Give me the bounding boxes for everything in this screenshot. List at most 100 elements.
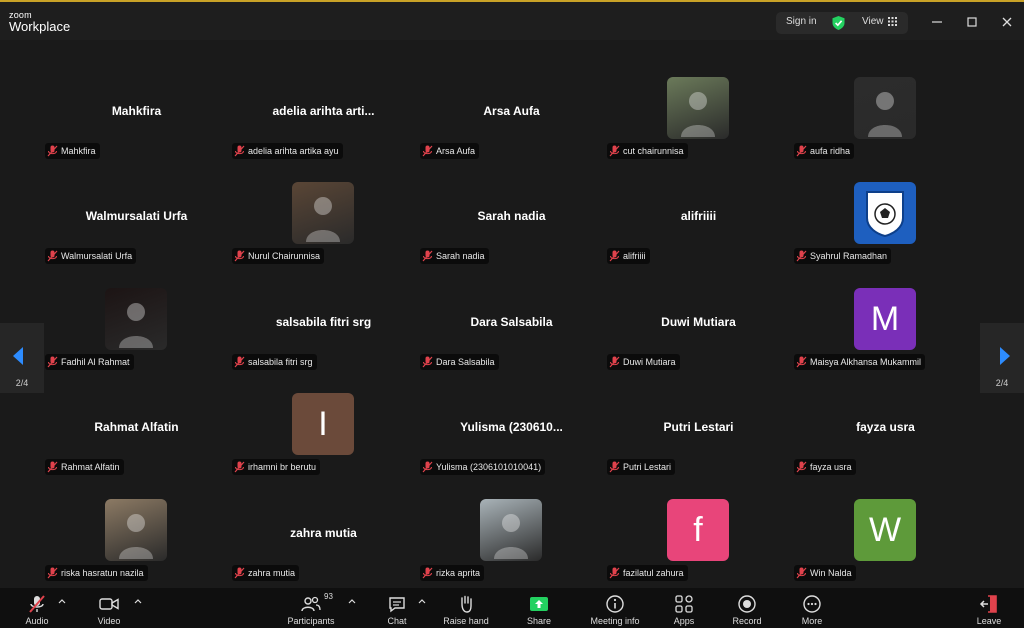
participant-tile[interactable]: Mahkfira Mahkfira bbox=[43, 76, 230, 181]
participant-tile[interactable]: Duwi Mutiara Duwi Mutiara bbox=[605, 287, 792, 392]
grid-view-icon[interactable] bbox=[888, 17, 897, 26]
participant-name-label: fayza usra bbox=[794, 459, 856, 475]
avatar-initial: f bbox=[693, 510, 703, 549]
chat-options-caret-icon[interactable] bbox=[418, 598, 426, 604]
mic-muted-icon bbox=[422, 250, 433, 262]
video-camera-icon bbox=[99, 598, 119, 610]
mic-muted-icon bbox=[234, 250, 245, 262]
participant-name: irhamni br berutu bbox=[248, 462, 317, 472]
participant-tile[interactable]: salsabila fitri srg salsabila fitri srg bbox=[230, 287, 417, 392]
participant-name: Walmursalati Urfa bbox=[61, 251, 133, 261]
chat-label: Chat bbox=[387, 616, 407, 626]
participant-tile[interactable]: Yulisma (230610... Yulisma (2306101010041… bbox=[418, 392, 605, 497]
participant-name-label: Nurul Chairunnisa bbox=[232, 248, 325, 264]
participant-name: Mahkfira bbox=[61, 146, 96, 156]
mic-muted-icon bbox=[422, 356, 433, 368]
leave-button[interactable]: Leave bbox=[961, 594, 1017, 626]
next-page-button[interactable]: 2/4 bbox=[980, 323, 1024, 393]
participant-tile[interactable]: aufa ridha bbox=[792, 76, 979, 181]
audio-options-caret-icon[interactable] bbox=[58, 598, 66, 604]
video-options-caret-icon[interactable] bbox=[134, 598, 142, 604]
participant-name: riska hasratun nazila bbox=[61, 568, 144, 578]
participant-tile[interactable]: Rahmat Alfatin Rahmat Alfatin bbox=[43, 392, 230, 497]
participant-tile[interactable]: Dara Salsabila Dara Salsabila bbox=[418, 287, 605, 392]
mic-muted-icon bbox=[796, 567, 807, 579]
participant-name-label: cut chairunnisa bbox=[607, 143, 688, 159]
participant-name-label: Putri Lestari bbox=[607, 459, 676, 475]
view-button[interactable]: View bbox=[862, 16, 884, 27]
participant-tile[interactable]: Arsa Aufa Arsa Aufa bbox=[418, 76, 605, 181]
participant-name: Syahrul Ramadhan bbox=[810, 251, 888, 261]
info-icon bbox=[606, 595, 624, 613]
mic-muted-icon bbox=[234, 567, 245, 579]
share-button[interactable]: Share bbox=[511, 594, 567, 626]
share-screen-icon bbox=[530, 597, 548, 611]
participant-name: Win Nalda bbox=[810, 568, 852, 578]
participant-name: Maisya Alkhansa Mukammil bbox=[810, 357, 922, 367]
leave-label: Leave bbox=[976, 616, 1002, 626]
record-icon bbox=[738, 595, 756, 613]
meeting-info-button[interactable]: Meeting info bbox=[587, 594, 643, 626]
participant-tile[interactable]: Walmursalati Urfa Walmursalati Urfa bbox=[43, 181, 230, 286]
avatar-initial: I bbox=[318, 404, 328, 443]
meeting-info-label: Meeting info bbox=[590, 616, 640, 626]
participant-name-label: adelia arihta artika ayu bbox=[232, 143, 343, 159]
leave-icon bbox=[979, 595, 997, 613]
close-icon[interactable] bbox=[998, 13, 1016, 31]
participant-tile[interactable]: Syahrul Ramadhan bbox=[792, 181, 979, 286]
apps-button[interactable]: Apps bbox=[656, 594, 712, 626]
raise-hand-button[interactable]: Raise hand bbox=[438, 594, 494, 626]
mic-muted-icon bbox=[47, 567, 58, 579]
participant-tile[interactable]: Fadhil Al Rahmat bbox=[43, 287, 230, 392]
participant-name: Sarah nadia bbox=[436, 251, 485, 261]
participant-name: aufa ridha bbox=[810, 146, 851, 156]
video-button[interactable]: Video bbox=[81, 594, 137, 626]
more-button[interactable]: More bbox=[784, 594, 840, 626]
chevron-right-icon bbox=[1000, 347, 1010, 365]
minimize-icon[interactable] bbox=[928, 13, 946, 31]
mic-muted-icon bbox=[609, 356, 620, 368]
participant-name: Yulisma (2306101010041) bbox=[436, 462, 542, 472]
participant-name: zahra mutia bbox=[248, 568, 296, 578]
app-logo: zoom Workplace bbox=[9, 11, 70, 34]
participant-photo-avatar bbox=[292, 182, 354, 244]
participant-photo-avatar bbox=[480, 499, 542, 561]
participant-initial-avatar: I bbox=[292, 393, 354, 455]
participant-tile[interactable]: cut chairunnisa bbox=[605, 76, 792, 181]
participants-options-caret-icon[interactable] bbox=[348, 598, 356, 604]
person-photo-icon bbox=[681, 92, 715, 137]
mic-muted-icon bbox=[47, 145, 58, 157]
mic-muted-icon bbox=[796, 356, 807, 368]
participant-tile[interactable]: M Maisya Alkhansa Mukammil bbox=[792, 287, 979, 392]
mic-muted-icon bbox=[234, 145, 245, 157]
previous-page-button[interactable]: 2/4 bbox=[0, 323, 44, 393]
mic-muted-icon bbox=[234, 356, 245, 368]
participant-tile[interactable]: fayza usra fayza usra bbox=[792, 392, 979, 497]
mic-muted-icon bbox=[609, 567, 620, 579]
participant-logo-avatar bbox=[854, 182, 916, 244]
participant-photo-avatar bbox=[854, 77, 916, 139]
maximize-icon[interactable] bbox=[963, 13, 981, 31]
participant-tile[interactable]: Putri Lestari Putri Lestari bbox=[605, 392, 792, 497]
sign-in-button[interactable]: Sign in bbox=[786, 16, 817, 27]
participants-icon bbox=[301, 596, 321, 612]
participant-tile[interactable]: alifriiii alifriiii bbox=[605, 181, 792, 286]
chat-button[interactable]: Chat bbox=[369, 594, 425, 626]
participant-tile[interactable]: Iirhamni br berutu bbox=[230, 392, 417, 497]
participant-name-label: Sarah nadia bbox=[420, 248, 489, 264]
mic-muted-icon bbox=[609, 145, 620, 157]
audio-button[interactable]: Audio bbox=[9, 594, 65, 626]
page-indicator-right: 2/4 bbox=[995, 378, 1009, 388]
participant-tile[interactable]: Sarah nadia Sarah nadia bbox=[418, 181, 605, 286]
participant-name-label: irhamni br berutu bbox=[232, 459, 321, 475]
participants-count: 93 bbox=[324, 592, 333, 601]
participant-tile[interactable]: Nurul Chairunnisa bbox=[230, 181, 417, 286]
mic-muted-icon bbox=[29, 595, 45, 613]
participant-name: Arsa Aufa bbox=[436, 146, 476, 156]
participant-name-label: fazilatul zahura bbox=[607, 565, 688, 581]
record-button[interactable]: Record bbox=[719, 594, 775, 626]
shield-check-icon[interactable] bbox=[832, 16, 845, 30]
person-photo-icon bbox=[119, 514, 153, 559]
mic-muted-icon bbox=[47, 250, 58, 262]
participant-tile[interactable]: adelia arihta arti... adelia arihta artik… bbox=[230, 76, 417, 181]
